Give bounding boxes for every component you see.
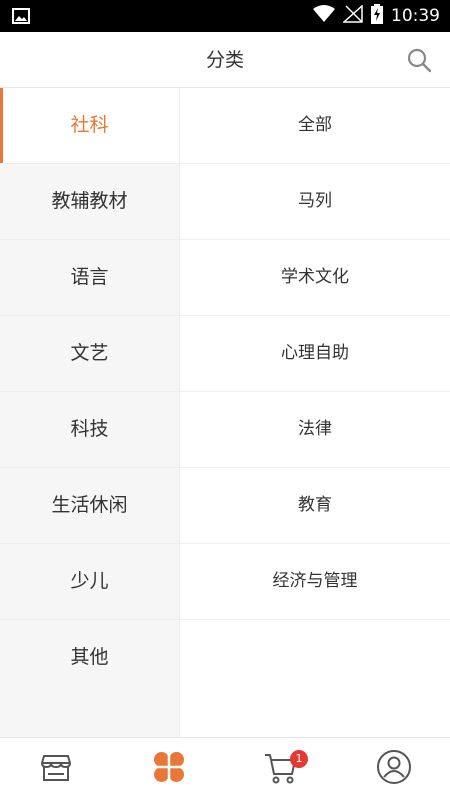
subcategory-item-all[interactable]: 全部 xyxy=(180,88,450,164)
category-label: 文艺 xyxy=(70,342,109,364)
cart-badge: 1 xyxy=(290,750,308,768)
subcategory-item-economics-management[interactable]: 经济与管理 xyxy=(180,544,450,620)
category-item-technology[interactable]: 科技 xyxy=(0,392,179,468)
category-label: 语言 xyxy=(70,266,109,288)
store-icon xyxy=(39,750,73,788)
tab-category[interactable] xyxy=(113,738,226,800)
category-label: 其他 xyxy=(70,646,109,668)
tab-profile[interactable] xyxy=(338,738,450,800)
category-item-social-science[interactable]: 社科 xyxy=(0,88,179,164)
category-item-children[interactable]: 少儿 xyxy=(0,544,179,620)
status-time: 10:39 xyxy=(391,6,440,26)
bottom-tab-bar: 1 xyxy=(0,737,450,800)
status-bar: 10:39 xyxy=(0,0,450,32)
subcategory-list: 全部 马列 学术文化 心理自助 法律 教育 经济与管理 xyxy=(180,88,450,737)
search-icon[interactable] xyxy=(406,47,432,73)
category-label: 教辅教材 xyxy=(51,190,128,212)
category-icon xyxy=(152,750,186,788)
tab-store[interactable] xyxy=(0,738,113,800)
category-label: 少儿 xyxy=(70,570,109,592)
subcategory-item-marxism[interactable]: 马列 xyxy=(180,164,450,240)
user-icon xyxy=(376,749,412,789)
subcategory-item-psychology-self-help[interactable]: 心理自助 xyxy=(180,316,450,392)
category-label: 科技 xyxy=(70,418,109,440)
wifi-icon xyxy=(313,5,335,27)
category-item-textbooks[interactable]: 教辅教材 xyxy=(0,164,179,240)
battery-icon xyxy=(371,4,383,28)
category-item-lifestyle[interactable]: 生活休闲 xyxy=(0,468,179,544)
category-item-other[interactable]: 其他 xyxy=(0,620,179,695)
category-label: 生活休闲 xyxy=(51,494,128,516)
app-header: 分类 xyxy=(0,32,450,88)
category-sidebar: 社科 教辅教材 语言 文艺 科技 生活休闲 少儿 其他 xyxy=(0,88,180,737)
category-item-literature-art[interactable]: 文艺 xyxy=(0,316,179,392)
tab-cart[interactable]: 1 xyxy=(225,738,338,800)
subcategory-item-education[interactable]: 教育 xyxy=(180,468,450,544)
category-label: 社科 xyxy=(70,114,109,136)
category-item-language[interactable]: 语言 xyxy=(0,240,179,316)
image-notification-icon xyxy=(12,8,30,28)
subcategory-item-academic-culture[interactable]: 学术文化 xyxy=(180,240,450,316)
subcategory-item-law[interactable]: 法律 xyxy=(180,392,450,468)
page-title: 分类 xyxy=(205,49,244,71)
signal-icon xyxy=(342,4,363,27)
